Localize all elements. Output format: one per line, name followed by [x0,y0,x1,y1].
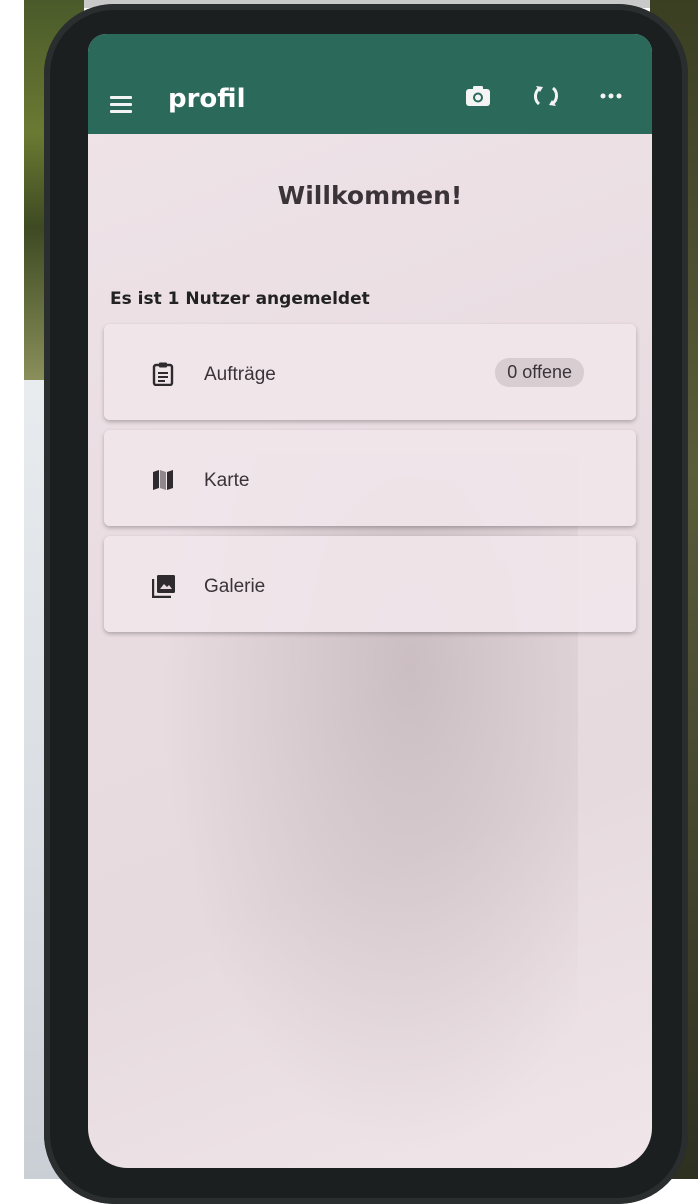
page-title: profil [168,84,246,114]
welcome-heading: Willkommen! [277,181,463,210]
sync-icon[interactable] [528,78,564,114]
users-status-text: Es ist 1 Nutzer angemeldet [110,289,370,309]
app-screen: profil Willkommen! Es ist 1 Nutzer angem… [88,34,652,1168]
map-label: Karte [204,470,250,491]
gallery-label: Galerie [204,576,266,597]
app-bar: profil [88,34,652,134]
orders-card[interactable]: Aufträge 0 offene [104,324,636,420]
map-icon [152,468,174,492]
gallery-card[interactable]: Galerie [104,536,636,632]
camera-icon[interactable] [460,78,496,114]
gallery-icon [151,574,175,599]
more-icon[interactable] [593,78,629,114]
open-count-badge: 0 offene [495,358,584,387]
menu-icon[interactable] [110,96,132,113]
map-card[interactable]: Karte [104,430,636,526]
clipboard-icon [152,362,174,387]
orders-label: Aufträge [204,364,276,385]
